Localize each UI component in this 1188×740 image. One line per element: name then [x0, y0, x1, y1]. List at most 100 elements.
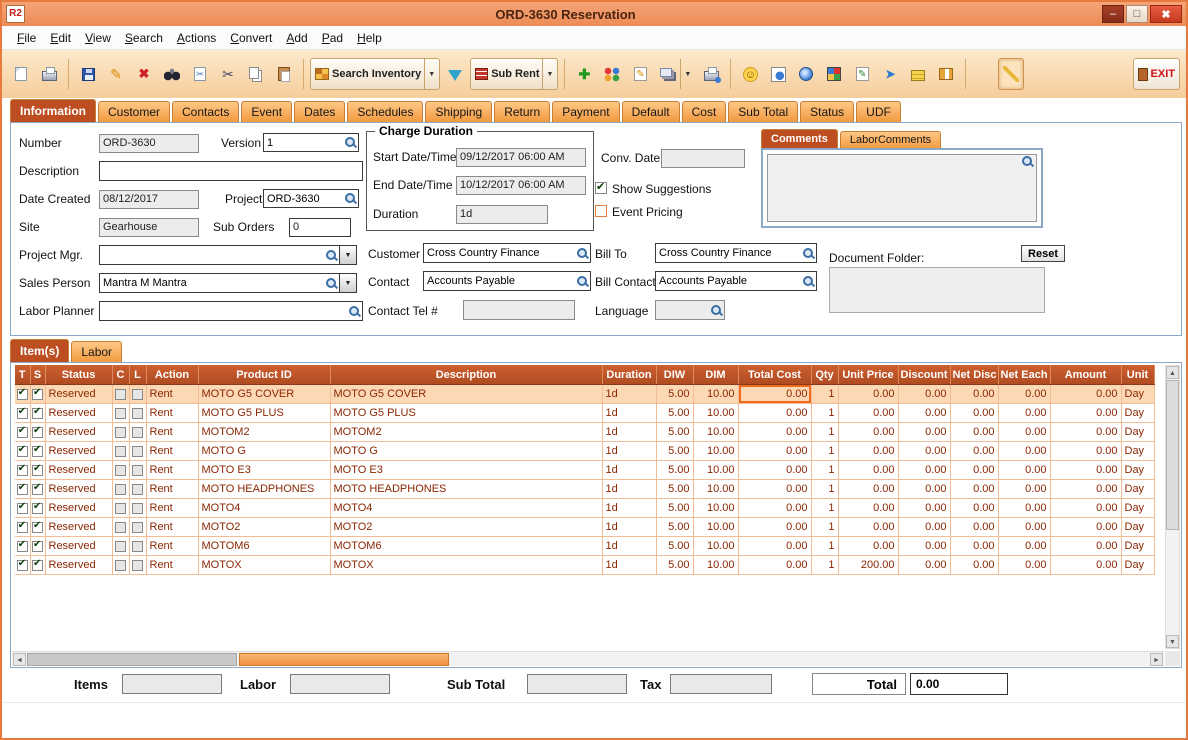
t-checkbox[interactable] — [17, 522, 28, 533]
cell-s[interactable] — [30, 556, 45, 575]
t-checkbox[interactable] — [17, 503, 28, 514]
cell-product_id[interactable]: MOTOM6 — [198, 537, 330, 556]
cell-description[interactable]: MOTOM6 — [330, 537, 602, 556]
notepad-button[interactable]: ✎ — [849, 58, 875, 90]
menu-view[interactable]: View — [78, 28, 118, 48]
sales-person-dropdown-icon[interactable]: ▼ — [339, 274, 356, 292]
cell-s[interactable] — [30, 461, 45, 480]
table-row[interactable]: ReservedRentMOTOM6MOTOM61d5.0010.000.001… — [15, 537, 1154, 556]
column-header-diw[interactable]: DIW — [656, 365, 693, 385]
cell-unit[interactable]: Day — [1121, 499, 1154, 518]
cut-button[interactable]: ✂ — [215, 58, 241, 90]
column-header-net_disc[interactable]: Net Disc — [950, 365, 998, 385]
contact-search-icon[interactable] — [576, 275, 589, 288]
tab-item-s-[interactable]: Item(s) — [10, 339, 69, 362]
cell-amount[interactable]: 0.00 — [1050, 461, 1121, 480]
cell-diw[interactable]: 5.00 — [656, 556, 693, 575]
edit-button[interactable]: ✎ — [103, 58, 129, 90]
cell-qty[interactable]: 1 — [811, 461, 838, 480]
tab-schedules[interactable]: Schedules — [347, 101, 423, 122]
cell-net_each[interactable]: 0.00 — [998, 499, 1050, 518]
cell-unit_price[interactable]: 0.00 — [838, 385, 898, 404]
cell-amount[interactable]: 0.00 — [1050, 442, 1121, 461]
cell-dim[interactable]: 10.00 — [693, 385, 738, 404]
cell-net_each[interactable]: 0.00 — [998, 404, 1050, 423]
cell-status[interactable]: Reserved — [45, 461, 112, 480]
table-row[interactable]: ReservedRentMOTOM2MOTOM21d5.0010.000.001… — [15, 423, 1154, 442]
cell-amount[interactable]: 0.00 — [1050, 480, 1121, 499]
cell-duration[interactable]: 1d — [602, 442, 656, 461]
cell-diw[interactable]: 5.00 — [656, 499, 693, 518]
vertical-scrollbar[interactable]: ▲ ▼ — [1165, 365, 1180, 649]
column-header-c[interactable]: C — [112, 365, 129, 385]
show-suggestions-checkbox[interactable] — [595, 182, 607, 194]
cell-description[interactable]: MOTO2 — [330, 518, 602, 537]
cell-description[interactable]: MOTO G — [330, 442, 602, 461]
sales-person-field[interactable] — [100, 274, 325, 292]
t-checkbox[interactable] — [17, 427, 28, 438]
column-header-unit_price[interactable]: Unit Price — [838, 365, 898, 385]
menu-pad[interactable]: Pad — [315, 28, 350, 48]
cell-dim[interactable]: 10.00 — [693, 442, 738, 461]
s-checkbox[interactable] — [32, 389, 43, 400]
l-checkbox[interactable] — [132, 560, 143, 571]
tab-labor[interactable]: Labor — [71, 341, 122, 362]
table-row[interactable]: ReservedRentMOTO G5 PLUSMOTO G5 PLUS1d5.… — [15, 404, 1154, 423]
cell-duration[interactable]: 1d — [602, 556, 656, 575]
cell-net_disc[interactable]: 0.00 — [950, 556, 998, 575]
tab-information[interactable]: Information — [10, 99, 96, 122]
scroll-up-icon[interactable]: ▲ — [1166, 366, 1179, 379]
cell-discount[interactable]: 0.00 — [898, 556, 950, 575]
t-checkbox[interactable] — [17, 541, 28, 552]
cell-diw[interactable]: 5.00 — [656, 518, 693, 537]
cell-unit[interactable]: Day — [1121, 518, 1154, 537]
cell-c[interactable] — [112, 385, 129, 404]
table-row[interactable]: ReservedRentMOTO E3MOTO E31d5.0010.000.0… — [15, 461, 1154, 480]
copy-button[interactable] — [243, 58, 269, 90]
cell-action[interactable]: Rent — [146, 461, 198, 480]
cell-c[interactable] — [112, 461, 129, 480]
end-datetime-field[interactable] — [456, 176, 586, 195]
s-checkbox[interactable] — [32, 560, 43, 571]
cell-net_disc[interactable]: 0.00 — [950, 480, 998, 499]
groups-button[interactable] — [599, 58, 625, 90]
tab-shipping[interactable]: Shipping — [425, 101, 492, 122]
c-checkbox[interactable] — [115, 522, 126, 533]
version-search-icon[interactable] — [344, 136, 357, 149]
package-button[interactable] — [933, 58, 959, 90]
cell-status[interactable]: Reserved — [45, 537, 112, 556]
horizontal-scroll-thumb[interactable] — [239, 653, 449, 666]
delete-button[interactable]: ✖ — [131, 58, 157, 90]
cell-product_id[interactable]: MOTO G5 PLUS — [198, 404, 330, 423]
find-button[interactable] — [159, 58, 185, 90]
column-header-l[interactable]: L — [129, 365, 146, 385]
cell-diw[interactable]: 5.00 — [656, 442, 693, 461]
cell-net_each[interactable]: 0.00 — [998, 556, 1050, 575]
comments-textarea[interactable] — [767, 154, 1037, 222]
column-header-description[interactable]: Description — [330, 365, 602, 385]
cell-product_id[interactable]: MOTOM2 — [198, 423, 330, 442]
cell-unit_price[interactable]: 0.00 — [838, 404, 898, 423]
cell-c[interactable] — [112, 499, 129, 518]
cell-total_cost[interactable]: 0.00 — [738, 423, 811, 442]
wand-button[interactable] — [998, 58, 1024, 90]
cell-description[interactable]: MOTOX — [330, 556, 602, 575]
cell-amount[interactable]: 0.00 — [1050, 404, 1121, 423]
table-row[interactable]: ReservedRentMOTO4MOTO41d5.0010.000.0010.… — [15, 499, 1154, 518]
cell-qty[interactable]: 1 — [811, 556, 838, 575]
print-setup-button[interactable] — [698, 58, 724, 90]
cell-unit_price[interactable]: 0.00 — [838, 537, 898, 556]
cell-status[interactable]: Reserved — [45, 518, 112, 537]
cell-net_each[interactable]: 0.00 — [998, 518, 1050, 537]
cell-t[interactable] — [15, 537, 30, 556]
cell-discount[interactable]: 0.00 — [898, 461, 950, 480]
sub-orders-field[interactable] — [289, 218, 351, 237]
cell-l[interactable] — [129, 442, 146, 461]
cell-action[interactable]: Rent — [146, 518, 198, 537]
cell-net_disc[interactable]: 0.00 — [950, 537, 998, 556]
cell-net_disc[interactable]: 0.00 — [950, 499, 998, 518]
cell-net_each[interactable]: 0.00 — [998, 423, 1050, 442]
cell-unit[interactable]: Day — [1121, 423, 1154, 442]
cell-t[interactable] — [15, 461, 30, 480]
exit-button[interactable]: EXIT — [1133, 58, 1180, 90]
